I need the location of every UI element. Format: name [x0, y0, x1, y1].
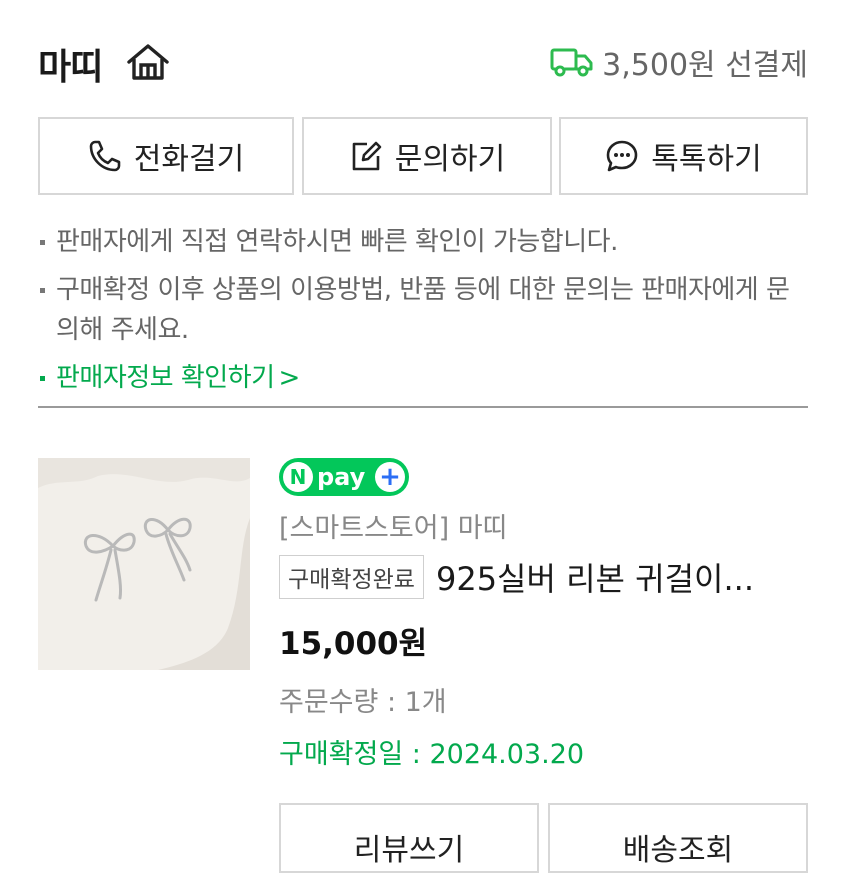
write-review-label: 리뷰쓰기	[353, 833, 465, 868]
call-label: 전화걸기	[133, 142, 245, 177]
store-name[interactable]: 마띠	[38, 38, 103, 90]
track-shipping-label: 배송조회	[622, 833, 734, 868]
plus-icon: +	[375, 462, 405, 492]
track-shipping-button[interactable]: 배송조회	[548, 803, 808, 873]
purchase-confirm-date: 구매확정일 : 2024.03.20	[279, 739, 585, 770]
home-icon[interactable]	[126, 42, 170, 82]
store-header: 마띠 3,500원 선결제	[38, 34, 808, 90]
truck-icon	[550, 48, 593, 77]
call-button[interactable]: 전화걸기	[38, 117, 294, 195]
seller-notices: 판매자에게 직접 연락하시면 빠른 확인이 가능합니다. 구매확정 이후 상품의…	[38, 218, 808, 402]
npay-logo-n: N	[283, 462, 313, 492]
order-quantity: 주문수량 : 1개	[279, 687, 447, 718]
earring-photo	[38, 458, 250, 670]
npay-logo-text: pay	[317, 463, 366, 491]
npay-plus-badge: N pay +	[279, 458, 409, 496]
section-divider	[38, 406, 808, 408]
write-review-button[interactable]: 리뷰쓰기	[279, 803, 539, 873]
product-price: 15,000원	[279, 626, 428, 662]
product-image[interactable]	[38, 458, 250, 670]
phone-icon	[89, 140, 121, 172]
seller-info-link[interactable]: 판매자정보 확인하기 >	[38, 354, 808, 402]
product-name[interactable]: 925실버 리본 귀걸이...	[436, 554, 754, 600]
inquiry-button[interactable]: 문의하기	[302, 117, 552, 195]
shipping-fee: 3,500원 선결제	[550, 40, 808, 84]
talktalk-label: 톡톡하기	[651, 142, 762, 177]
contact-actions: 전화걸기 문의하기 톡톡하기	[38, 117, 808, 199]
inquiry-label: 문의하기	[394, 142, 506, 177]
store-label[interactable]: [스마트스토어] 마띠	[279, 506, 507, 545]
shipping-text: 3,500원 선결제	[602, 48, 808, 83]
seller-info-link-label: 판매자정보 확인하기	[56, 363, 275, 393]
chevron-right-icon: >	[278, 363, 301, 393]
edit-icon	[352, 141, 382, 171]
notice-contact: 판매자에게 직접 연락하시면 빠른 확인이 가능합니다.	[38, 218, 808, 266]
status-badge: 구매확정완료	[279, 555, 424, 599]
talktalk-button[interactable]: 톡톡하기	[559, 117, 808, 195]
notice-inquiry: 구매확정 이후 상품의 이용방법, 반품 등에 대한 문의는 판매자에게 문의해…	[38, 266, 808, 354]
chat-bubble-icon	[606, 140, 638, 172]
product-title-row[interactable]: 구매확정완료 925실버 리본 귀걸이...	[279, 554, 809, 600]
